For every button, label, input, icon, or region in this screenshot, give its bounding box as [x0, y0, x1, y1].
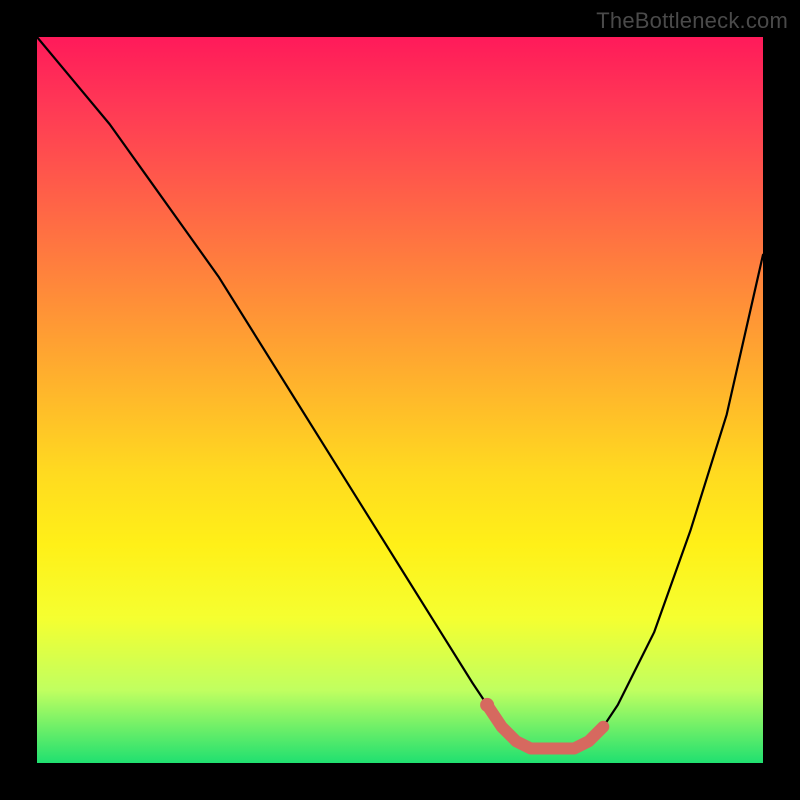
chart-svg: [37, 37, 763, 763]
chart-frame: TheBottleneck.com: [0, 0, 800, 800]
highlight-layer: [480, 698, 603, 749]
highlight-start-dot: [480, 698, 494, 712]
optimal-zone-highlight: [487, 705, 603, 749]
bottleneck-curve: [37, 37, 763, 748]
attribution-label: TheBottleneck.com: [596, 8, 788, 34]
plot-background: [37, 37, 763, 763]
curve-layer: [37, 37, 763, 748]
